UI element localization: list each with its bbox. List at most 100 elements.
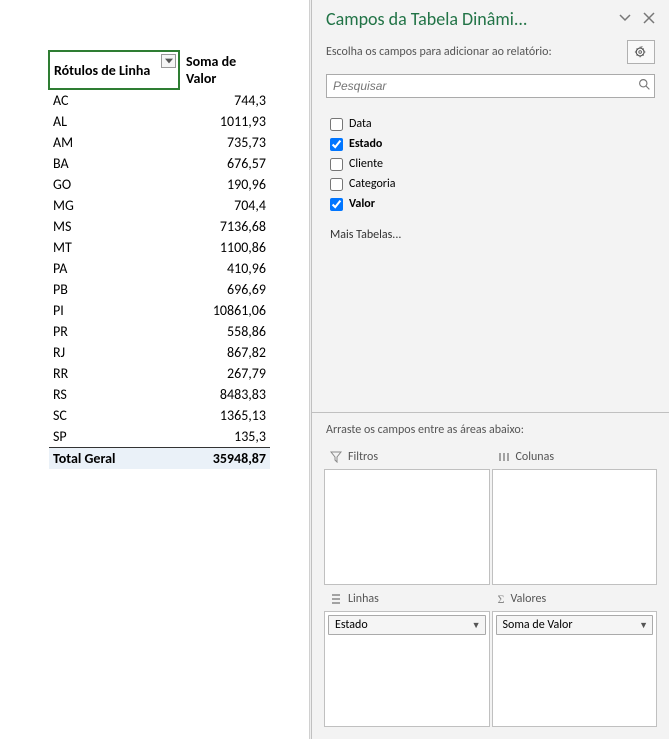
close-icon[interactable] — [643, 11, 655, 28]
row-label: SP — [49, 426, 179, 448]
collapse-chevron-icon[interactable] — [619, 11, 631, 28]
rows-icon — [330, 593, 342, 605]
row-value: 410,96 — [179, 258, 270, 279]
row-value: 867,82 — [179, 342, 270, 363]
row-label: RJ — [49, 342, 179, 363]
filter-icon — [330, 451, 342, 463]
table-row[interactable]: SC1365,13 — [49, 405, 270, 426]
row-label: BA — [49, 153, 179, 174]
row-value: 676,57 — [179, 153, 270, 174]
row-label: GO — [49, 174, 179, 195]
row-value: 135,3 — [179, 426, 270, 448]
field-checkbox[interactable] — [330, 178, 343, 191]
search-icon[interactable] — [634, 78, 654, 95]
rows-dropzone[interactable]: Estado ▼ — [324, 611, 490, 727]
row-label: PA — [49, 258, 179, 279]
row-value: 7136,68 — [179, 216, 270, 237]
row-labels-header[interactable]: Rótulos de Linha — [49, 51, 179, 89]
row-labels-header-text: Rótulos de Linha — [54, 62, 150, 79]
filter-dropdown-icon[interactable] — [161, 54, 176, 68]
row-value: 190,96 — [179, 174, 270, 195]
values-chip-soma[interactable]: Soma de Valor ▼ — [496, 615, 654, 635]
table-row[interactable]: PI10861,06 — [49, 300, 270, 321]
table-row[interactable]: GO190,96 — [49, 174, 270, 195]
row-label: PB — [49, 279, 179, 300]
row-label: AC — [49, 89, 179, 111]
value-header: Soma de Valor — [179, 51, 270, 89]
total-label: Total Geral — [49, 448, 179, 470]
search-input[interactable] — [327, 79, 634, 93]
field-checkbox[interactable] — [330, 118, 343, 131]
filters-dropzone[interactable] — [324, 469, 490, 585]
tools-gear-button[interactable] — [627, 40, 655, 64]
row-value: 558,86 — [179, 321, 270, 342]
filters-area: Filtros — [324, 445, 490, 585]
sigma-icon: Σ — [498, 592, 505, 607]
chevron-down-icon: ▼ — [639, 620, 648, 631]
table-row[interactable]: PA410,96 — [49, 258, 270, 279]
row-label: PI — [49, 300, 179, 321]
table-row[interactable]: RR267,79 — [49, 363, 270, 384]
row-value: 735,73 — [179, 132, 270, 153]
row-value: 1100,86 — [179, 237, 270, 258]
row-label: AM — [49, 132, 179, 153]
row-value: 8483,83 — [179, 384, 270, 405]
table-row[interactable]: RS8483,83 — [49, 384, 270, 405]
worksheet-area: Rótulos de Linha Soma de Valor AC744,3AL… — [0, 0, 309, 739]
field-row-data[interactable]: Data — [330, 114, 655, 134]
table-row[interactable]: AL1011,93 — [49, 111, 270, 132]
row-label: MG — [49, 195, 179, 216]
columns-dropzone[interactable] — [492, 469, 658, 585]
field-label: Data — [349, 117, 372, 131]
values-area: Σ Valores Soma de Valor ▼ — [492, 587, 658, 727]
drag-instruction-text: Arraste os campos entre as áreas abaixo: — [312, 412, 669, 445]
field-checkbox[interactable] — [330, 198, 343, 211]
field-row-categoria[interactable]: Categoria — [330, 174, 655, 194]
row-value: 696,69 — [179, 279, 270, 300]
table-row[interactable]: RJ867,82 — [49, 342, 270, 363]
field-checkbox[interactable] — [330, 158, 343, 171]
field-row-estado[interactable]: Estado — [330, 134, 655, 154]
table-row[interactable]: MG704,4 — [49, 195, 270, 216]
values-dropzone[interactable]: Soma de Valor ▼ — [492, 611, 658, 727]
table-row[interactable]: MS7136,68 — [49, 216, 270, 237]
total-value: 35948,87 — [179, 448, 270, 470]
table-row[interactable]: AM735,73 — [49, 132, 270, 153]
row-value: 744,3 — [179, 89, 270, 111]
table-row[interactable]: BA676,57 — [49, 153, 270, 174]
field-areas: Filtros Colunas Linhas Estado ▼ — [312, 445, 669, 739]
row-label: MS — [49, 216, 179, 237]
row-label: AL — [49, 111, 179, 132]
field-list: Data Estado Cliente Categoria Valor — [312, 106, 669, 218]
table-row[interactable]: PR558,86 — [49, 321, 270, 342]
row-value: 267,79 — [179, 363, 270, 384]
field-checkbox[interactable] — [330, 138, 343, 151]
more-tables-link[interactable]: Mais Tabelas... — [312, 218, 669, 246]
table-row[interactable]: MT1100,86 — [49, 237, 270, 258]
row-label: MT — [49, 237, 179, 258]
pane-title: Campos da Tabela Dinâmi... — [326, 8, 619, 30]
row-value: 10861,06 — [179, 300, 270, 321]
search-box[interactable] — [326, 74, 655, 98]
columns-area: Colunas — [492, 445, 658, 585]
field-label: Categoria — [349, 177, 395, 191]
field-instruction-text: Escolha os campos para adicionar ao rela… — [326, 45, 552, 59]
table-row[interactable]: SP135,3 — [49, 426, 270, 448]
rows-chip-estado[interactable]: Estado ▼ — [328, 615, 486, 635]
row-label: PR — [49, 321, 179, 342]
row-label: SC — [49, 405, 179, 426]
columns-icon — [498, 451, 510, 463]
row-value: 1011,93 — [179, 111, 270, 132]
field-label: Estado — [349, 137, 382, 151]
chevron-down-icon: ▼ — [472, 620, 481, 631]
pivot-fields-pane: Campos da Tabela Dinâmi... Escolha os ca… — [311, 0, 669, 739]
field-row-cliente[interactable]: Cliente — [330, 154, 655, 174]
grand-total-row[interactable]: Total Geral35948,87 — [49, 448, 270, 470]
field-row-valor[interactable]: Valor — [330, 194, 655, 214]
table-row[interactable]: PB696,69 — [49, 279, 270, 300]
rows-area: Linhas Estado ▼ — [324, 587, 490, 727]
table-row[interactable]: AC744,3 — [49, 89, 270, 111]
field-label: Valor — [349, 197, 375, 211]
row-value: 1365,13 — [179, 405, 270, 426]
pivot-table: Rótulos de Linha Soma de Valor AC744,3AL… — [48, 50, 270, 469]
